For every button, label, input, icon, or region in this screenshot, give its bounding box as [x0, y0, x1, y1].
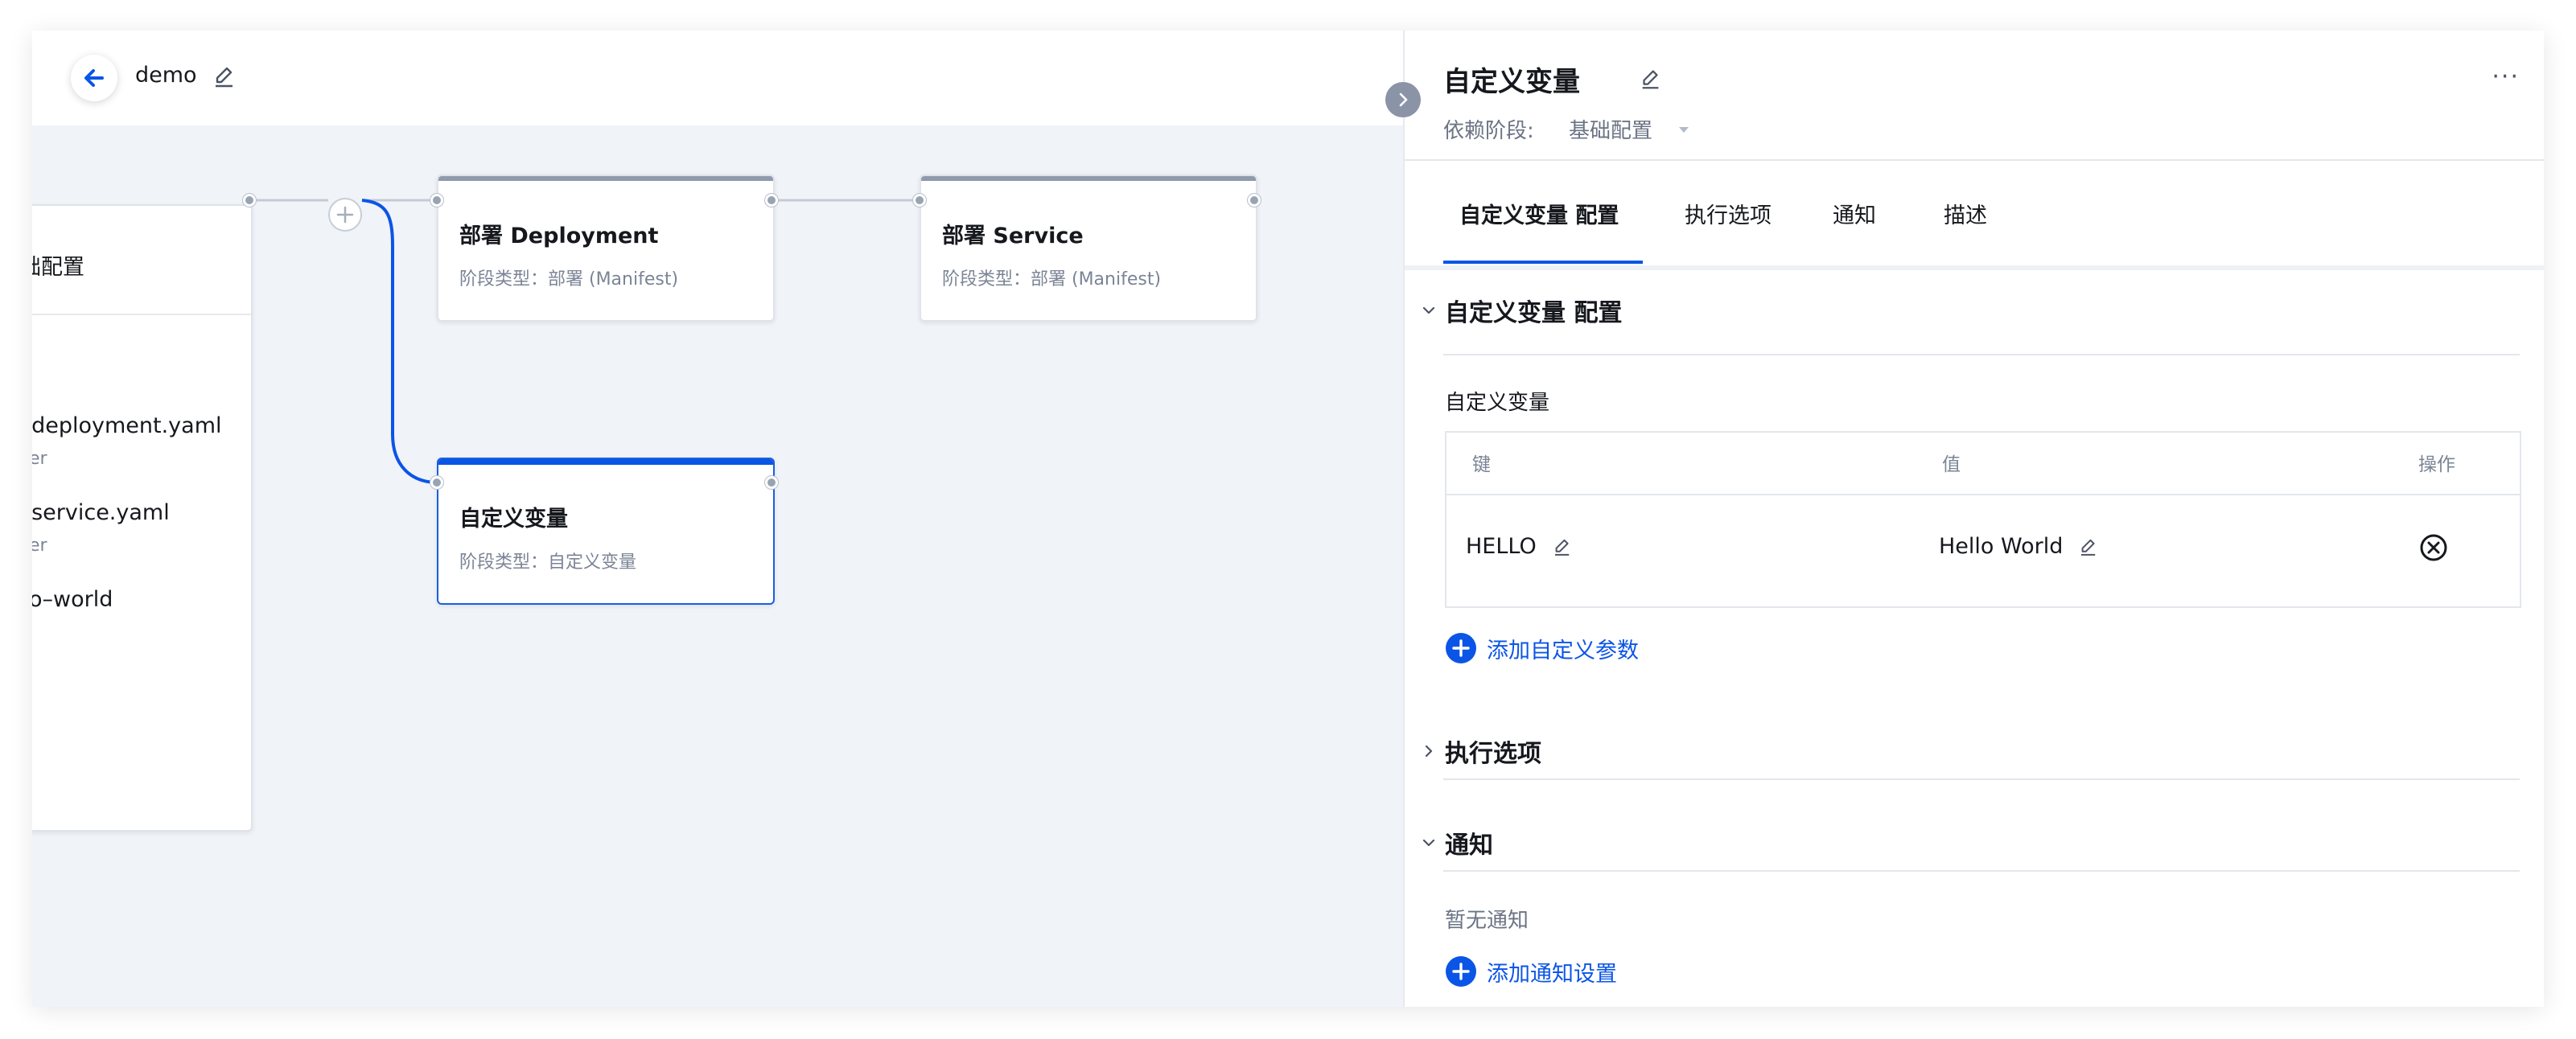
stage-detail-panel: 自定义变量 ··· 依赖阶段: 基础配置 自定义变量 配置 执行选项 通知 描述…	[1403, 31, 2544, 1007]
add-variable-button[interactable]: 添加自定义参数	[1445, 632, 1639, 664]
table-header-divider	[1446, 494, 2520, 495]
chevron-down-icon	[1422, 839, 1435, 847]
stage-node-subtitle: 阶段类型：部署 (Manifest)	[942, 269, 1162, 290]
edit-key-icon[interactable]	[1551, 536, 1574, 558]
base-resource-2: /service.yaml	[32, 500, 170, 525]
variables-label: 自定义变量	[1445, 391, 1550, 415]
chevron-right-icon	[1425, 745, 1433, 758]
stage-node-deployment[interactable]: 部署 Deployment 阶段类型：部署 (Manifest)	[437, 175, 775, 322]
tab-exec-options[interactable]: 执行选项	[1685, 161, 1772, 265]
add-variable-label: 添加自定义参数	[1487, 638, 1639, 663]
column-header-value: 值	[1942, 454, 1961, 475]
base-resource-2-sub: er	[32, 536, 47, 556]
variables-table: 键 值 操作 HELLO Hello World	[1445, 431, 2521, 608]
stage-node-base[interactable]: 础配置 /deployment.yaml er /service.yaml er…	[32, 204, 253, 832]
port-deployment-out[interactable]	[765, 194, 778, 207]
arrow-left-icon	[84, 69, 104, 87]
stage-node-service[interactable]: 部署 Service 阶段类型：部署 (Manifest)	[920, 175, 1257, 322]
dependency-label: 依赖阶段:	[1443, 119, 1534, 143]
chevron-right-icon	[1399, 92, 1408, 107]
table-row-key-cell: HELLO	[1466, 534, 1574, 559]
stage-node-subtitle: 阶段类型：部署 (Manifest)	[459, 269, 679, 290]
plus-icon	[336, 206, 354, 224]
notify-empty-text: 暂无通知	[1445, 909, 1529, 933]
column-header-actions: 操作	[2418, 454, 2455, 475]
pipeline-name: demo	[135, 63, 197, 88]
edit-stage-name-icon[interactable]	[1638, 66, 1664, 92]
port-custom-out[interactable]	[765, 476, 778, 489]
stage-node-custom-variable[interactable]: 自定义变量 阶段类型：自定义变量	[437, 458, 775, 605]
pipeline-canvas[interactable]: demo 础配置 /deployment.yaml er /service.ya…	[32, 31, 1403, 1007]
section-divider	[1443, 778, 2520, 780]
stage-node-title: 自定义变量	[459, 507, 568, 532]
tab-description[interactable]: 描述	[1944, 161, 1987, 265]
remove-variable-icon[interactable]	[2418, 532, 2449, 563]
canvas-topbar: demo	[32, 31, 1403, 125]
edit-pipeline-name-icon[interactable]	[211, 63, 238, 90]
edge-plus-to-custom	[361, 199, 438, 484]
section-config-header[interactable]: 自定义变量 配置	[1418, 293, 1622, 328]
base-resource-3: o–world	[32, 587, 113, 612]
base-resource-1-sub: er	[32, 449, 47, 469]
panel-title: 自定义变量	[1443, 66, 1580, 98]
port-base-out[interactable]	[243, 194, 256, 207]
table-row-value-cell: Hello World	[1939, 534, 2100, 559]
dependency-select[interactable]: 基础配置	[1569, 114, 1652, 144]
section-notify-header[interactable]: 通知	[1418, 825, 1493, 860]
app-window: demo 础配置 /deployment.yaml er /service.ya…	[32, 31, 2544, 1007]
plus-circle-icon	[1446, 633, 1476, 663]
stage-node-topline	[438, 176, 773, 181]
section-divider	[1443, 354, 2520, 355]
tab-active-indicator	[1443, 261, 1643, 264]
stage-node-subtitle: 阶段类型：自定义变量	[459, 552, 637, 573]
add-notify-label: 添加通知设置	[1487, 961, 1617, 987]
stage-node-base-title: 础配置	[32, 255, 84, 280]
column-header-key: 键	[1472, 454, 1491, 475]
caret-down-icon[interactable]	[1675, 121, 1693, 138]
tab-config[interactable]: 自定义变量 配置	[1459, 161, 1619, 265]
port-service-out[interactable]	[1248, 194, 1261, 207]
stage-node-topline	[438, 459, 773, 465]
chevron-down-icon	[1422, 306, 1435, 314]
port-service-in[interactable]	[913, 194, 926, 207]
stage-node-topline	[921, 176, 1256, 181]
add-stage-button[interactable]	[328, 198, 362, 232]
edit-value-icon[interactable]	[2077, 536, 2100, 558]
section-notify-title: 通知	[1445, 832, 1493, 860]
tab-divider	[1405, 265, 2544, 270]
base-resource-1: /deployment.yaml	[32, 413, 222, 438]
section-divider	[1443, 870, 2520, 872]
add-notify-button[interactable]: 添加通知设置	[1445, 955, 1617, 988]
more-options-button[interactable]: ···	[2492, 65, 2520, 89]
back-button[interactable]	[71, 55, 117, 101]
stage-node-title: 部署 Service	[942, 224, 1084, 248]
tab-notify[interactable]: 通知	[1833, 161, 1876, 265]
plus-circle-icon	[1446, 956, 1476, 987]
section-config-title: 自定义变量 配置	[1445, 299, 1623, 327]
variable-key: HELLO	[1466, 534, 1537, 559]
port-custom-in[interactable]	[430, 476, 443, 489]
port-deployment-in[interactable]	[430, 194, 443, 207]
section-exec-title: 执行选项	[1445, 740, 1541, 768]
stage-node-title: 部署 Deployment	[459, 224, 659, 248]
collapse-panel-button[interactable]	[1385, 82, 1421, 117]
section-exec-header[interactable]: 执行选项	[1418, 733, 1541, 769]
variable-value: Hello World	[1939, 534, 2064, 559]
